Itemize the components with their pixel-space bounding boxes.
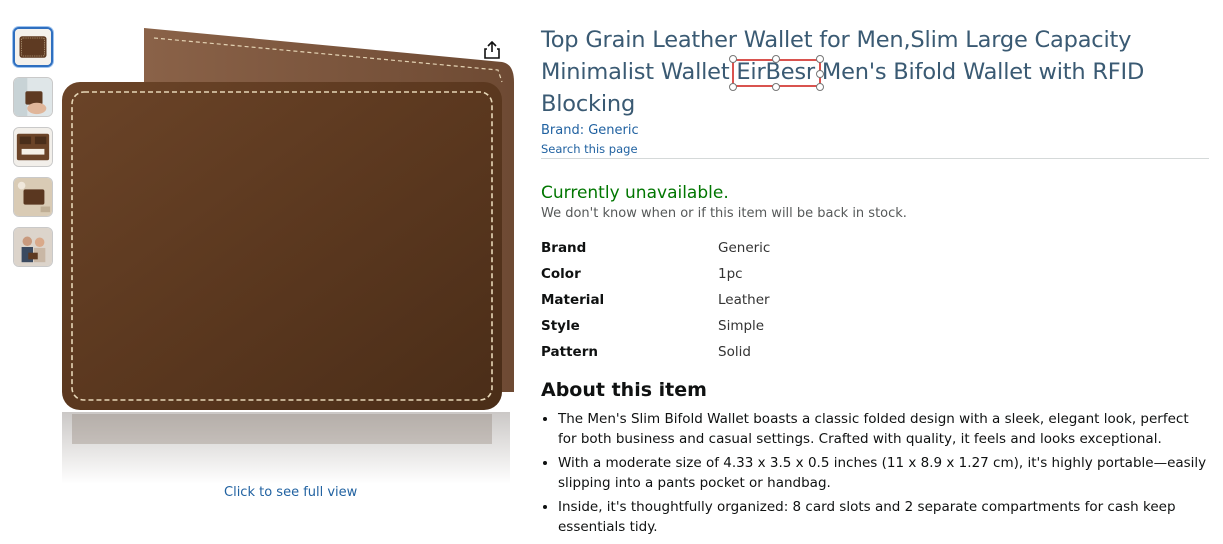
brand-link[interactable]: Brand: Generic (541, 123, 1209, 138)
about-heading: About this item (541, 379, 707, 401)
resize-handle-t[interactable] (771, 55, 780, 63)
spec-value: Simple (718, 318, 765, 334)
wallet-desk-thumb-icon (14, 178, 52, 216)
spec-value: Generic (718, 240, 771, 256)
resize-handle-tr[interactable] (815, 55, 824, 63)
share-button[interactable] (480, 38, 504, 62)
spec-row: Material Leather (541, 287, 770, 313)
thumbnail-wallet-open[interactable] (13, 127, 53, 167)
wallet-image (62, 22, 514, 484)
list-item: The Men's Slim Bifold Wallet boasts a cl… (558, 409, 1209, 449)
spec-table: Brand Generic Color 1pc Material Leather… (541, 235, 770, 365)
thumbnail-wallet-desk[interactable] (13, 177, 53, 217)
wallet-open-thumb-icon (14, 128, 52, 166)
divider (541, 158, 1209, 159)
thumbnail-wallet-front[interactable] (13, 27, 53, 67)
resize-handle-b[interactable] (771, 83, 780, 91)
thumbnail-strip (13, 27, 57, 277)
list-item: With a moderate size of 4.33 x 3.5 x 0.5… (558, 453, 1209, 493)
list-item: Inside, it's thoughtfully organized: 8 c… (558, 497, 1209, 537)
about-bullets: The Men's Slim Bifold Wallet boasts a cl… (541, 409, 1209, 537)
availability-status: Currently unavailable. (541, 183, 729, 203)
spec-row: Brand Generic (541, 235, 770, 261)
thumbnail-couple-gift[interactable] (13, 227, 53, 267)
selected-title-word[interactable]: EirBesr (729, 55, 824, 91)
search-page-link[interactable]: Search this page (541, 142, 1209, 156)
resize-handle-br[interactable] (815, 83, 824, 91)
spec-key: Material (541, 292, 605, 308)
resize-handle-r[interactable] (815, 70, 824, 78)
couple-gift-thumb-icon (14, 228, 52, 266)
spec-value: Leather (718, 292, 770, 308)
wallet-in-hand-thumb-icon (14, 78, 52, 116)
spec-row: Color 1pc (541, 261, 770, 287)
spec-key: Pattern (541, 344, 598, 360)
spec-row: Style Simple (541, 313, 770, 339)
spec-value: 1pc (718, 266, 743, 282)
full-view-link[interactable]: Click to see full view (224, 485, 357, 500)
spec-row: Pattern Solid (541, 339, 770, 365)
spec-value: Solid (718, 344, 751, 360)
share-icon (484, 40, 500, 59)
availability-note: We don't know when or if this item will … (541, 206, 907, 221)
resize-handle-bl[interactable] (729, 83, 738, 91)
spec-key: Color (541, 266, 581, 282)
spec-key: Style (541, 318, 580, 334)
wallet-front-thumb-icon (15, 29, 51, 65)
main-product-image[interactable] (62, 22, 514, 484)
product-details: Top Grain Leather Wallet for Men,Slim La… (541, 24, 1209, 541)
spec-key: Brand (541, 240, 587, 256)
thumbnail-wallet-in-hand[interactable] (13, 77, 53, 117)
product-title: Top Grain Leather Wallet for Men,Slim La… (541, 24, 1209, 120)
